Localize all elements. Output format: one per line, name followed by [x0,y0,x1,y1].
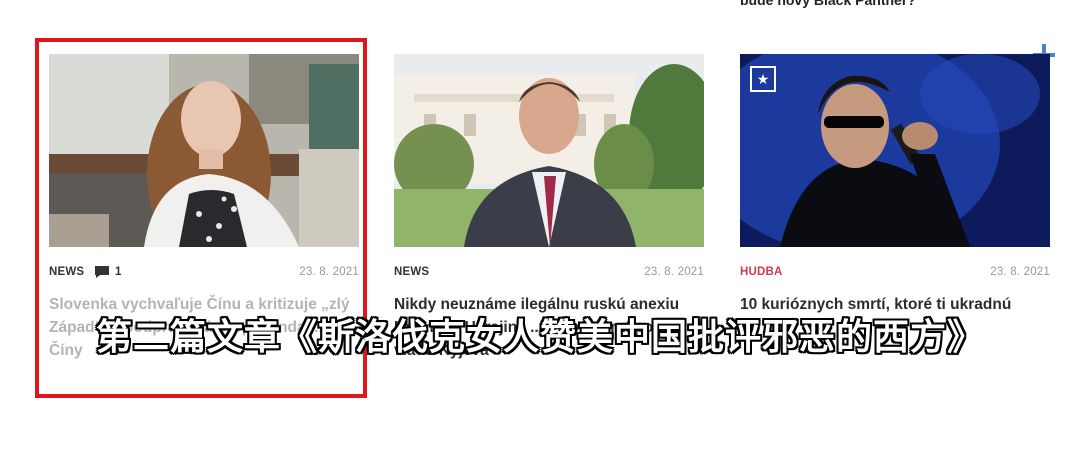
star-icon: ★ [750,66,776,92]
singer-concert-image [740,54,1050,247]
article-category[interactable]: NEWS [49,266,84,278]
comments-link[interactable]: 1 [95,266,122,278]
video-subtitle-caption: 第二篇文章《斯洛伐克女人赞美中国批评邪恶的西方》 [95,317,984,358]
article-category[interactable]: NEWS [394,266,429,278]
article-date: 23. 8. 2021 [644,266,704,278]
article-card-3[interactable]: ★ HUDBA 23. 8. 2021 10 kurióznych smrtí,… [740,54,1050,316]
article-image-2[interactable] [394,54,704,247]
politician-photo-image [394,54,704,247]
comment-icon [95,266,109,278]
article-meta-1: NEWS 1 23. 8. 2021 [49,266,359,280]
previous-article-title-snippet[interactable]: bude nový Black Panther? [740,0,916,8]
article-meta-2: NEWS 23. 8. 2021 [394,266,704,280]
article-meta-3: HUDBA 23. 8. 2021 [740,266,1050,280]
article-image-3[interactable]: ★ [740,54,1050,247]
comment-count: 1 [115,266,122,278]
woman-portrait-image [49,54,359,247]
article-category[interactable]: HUDBA [740,266,783,278]
article-date: 23. 8. 2021 [299,266,359,278]
article-image-1[interactable] [49,54,359,247]
article-date: 23. 8. 2021 [990,266,1050,278]
